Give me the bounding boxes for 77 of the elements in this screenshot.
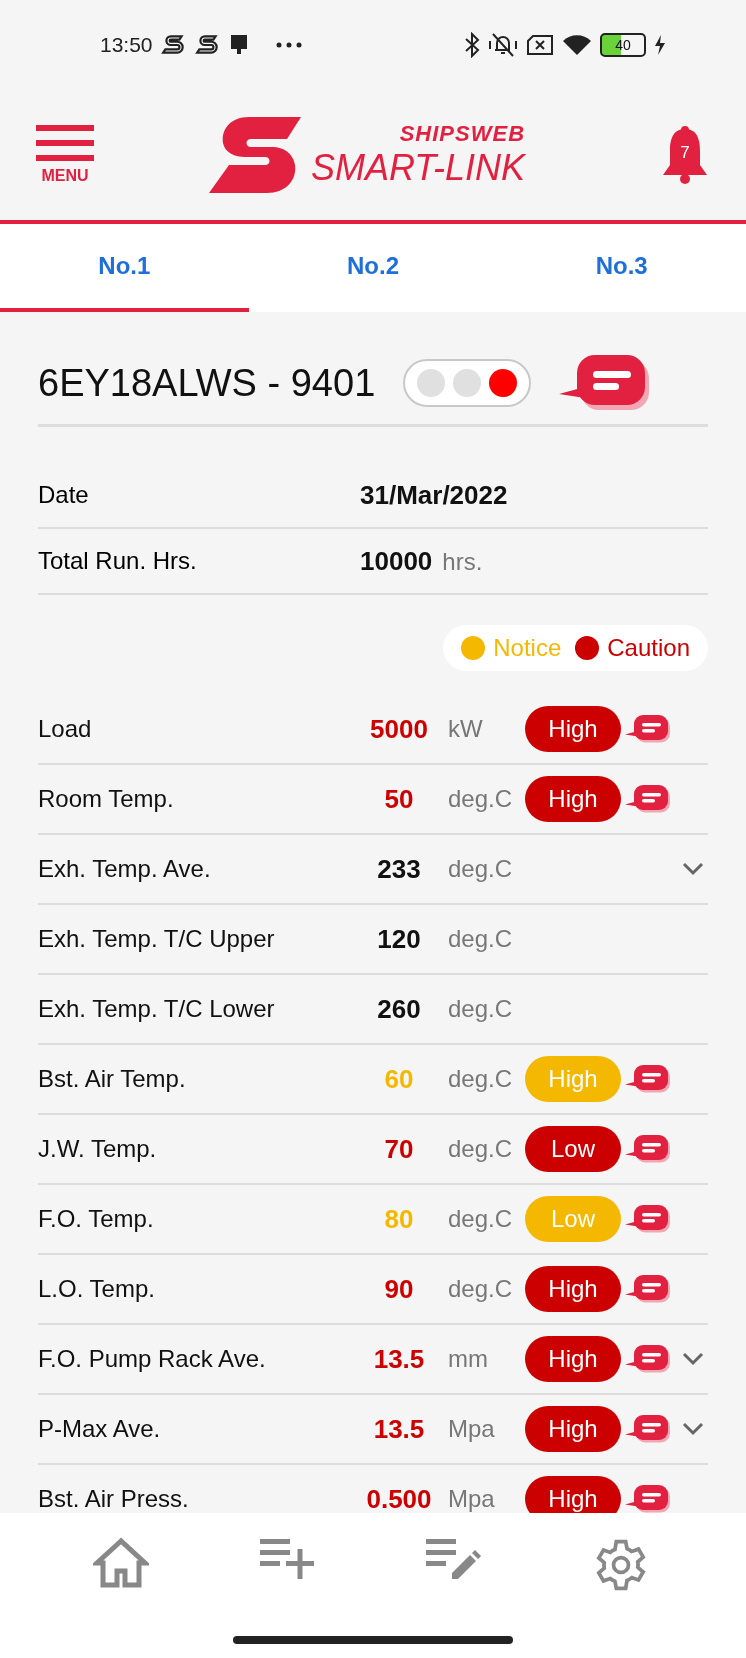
unit-label: deg.C: [448, 855, 514, 883]
parameter-label: F.O. Temp.: [38, 1205, 155, 1233]
status-badge[interactable]: High: [525, 1476, 621, 1513]
unit-label: hrs.: [442, 547, 483, 576]
legend-label: Caution: [607, 634, 690, 662]
notification-icon: [228, 33, 249, 57]
status-badge[interactable]: High: [525, 776, 621, 822]
unit-label: Mpa: [448, 1415, 496, 1443]
engine-title: 6EY18ALWS - 9401: [38, 361, 376, 405]
status-badge[interactable]: High: [525, 1266, 621, 1312]
unit-label: mm: [448, 1345, 489, 1373]
comment-bubble-icon[interactable]: [625, 1343, 671, 1375]
parameter-value: 13.5: [372, 1343, 426, 1375]
parameter-label: P-Max Ave.: [38, 1415, 162, 1443]
parameter-label: Exh. Temp. Ave.: [38, 855, 212, 883]
status-time: 13:50: [100, 33, 153, 57]
brand-name: SMART-LINK: [310, 147, 526, 189]
chevron-down-icon[interactable]: [682, 1352, 704, 1366]
add-list-icon[interactable]: [259, 1537, 316, 1581]
chevron-down-icon[interactable]: [682, 862, 704, 876]
unit-label: deg.C: [448, 1065, 514, 1093]
comment-bubble-icon[interactable]: [625, 783, 671, 815]
parameter-value: 50: [383, 783, 415, 815]
menu-button[interactable]: MENU: [36, 125, 94, 185]
comment-bubble-icon[interactable]: [625, 1273, 671, 1305]
mute-icon: [488, 32, 518, 58]
wifi-icon: [562, 34, 592, 56]
unit-label: deg.C: [448, 1135, 514, 1163]
parameter-value: 80: [383, 1203, 415, 1235]
comment-bubble-icon[interactable]: [625, 1133, 671, 1165]
parameter-value: 60: [383, 1063, 415, 1095]
status-badge[interactable]: Low: [525, 1126, 621, 1172]
more-icon: [274, 41, 303, 49]
info-value: 31/Mar/2022: [360, 479, 508, 511]
parameter-value: 0.500: [365, 1483, 433, 1513]
parameter-label: Room Temp.: [38, 785, 175, 813]
comment-bubble-icon[interactable]: [625, 1413, 671, 1445]
parameter-value: 13.5: [372, 1413, 426, 1445]
home-icon[interactable]: [93, 1537, 150, 1589]
edit-list-icon[interactable]: [426, 1537, 483, 1581]
parameter-label: Bst. Air Press.: [38, 1485, 190, 1513]
comment-bubble-icon[interactable]: [625, 1203, 671, 1235]
info-label: Total Run. Hrs.: [38, 547, 198, 575]
parameter-value: 70: [383, 1133, 415, 1165]
parameter-label: Bst. Air Temp.: [38, 1065, 187, 1093]
parameter-value: 120: [376, 923, 422, 955]
status-badge[interactable]: High: [525, 1406, 621, 1452]
unit-label: deg.C: [448, 785, 514, 813]
unit-label: deg.C: [448, 995, 514, 1023]
legend-label: Notice: [493, 634, 562, 662]
status-badge[interactable]: High: [525, 1336, 621, 1382]
brand-tagline: SHIPSWEB: [399, 121, 526, 147]
parameter-value: 5000: [369, 713, 429, 745]
parameter-label: L.O. Temp.: [38, 1275, 156, 1303]
info-label: Date: [38, 481, 90, 509]
parameter-value: 233: [376, 853, 422, 885]
comment-bubble-icon[interactable]: [625, 1483, 671, 1513]
status-badge[interactable]: High: [525, 706, 621, 752]
unit-label: Mpa: [448, 1485, 496, 1513]
parameter-label: Load: [38, 715, 93, 743]
parameter-label: Exh. Temp. T/C Lower: [38, 995, 276, 1023]
unit-label: deg.C: [448, 925, 514, 953]
unit-label: kW: [448, 715, 484, 743]
parameter-value: 260: [376, 993, 422, 1025]
unit-label: deg.C: [448, 1275, 514, 1303]
parameter-label: F.O. Pump Rack Ave.: [38, 1345, 267, 1373]
info-value: 10000: [360, 545, 433, 577]
parameter-label: J.W. Temp.: [38, 1135, 158, 1163]
comment-bubble-icon[interactable]: [625, 713, 671, 745]
parameter-label: Exh. Temp. T/C Upper: [38, 925, 276, 953]
sim-icon: [526, 34, 554, 56]
chevron-down-icon[interactable]: [682, 1422, 704, 1436]
bluetooth-icon: [464, 32, 480, 58]
parameter-value: 90: [383, 1273, 415, 1305]
charging-icon: [654, 35, 666, 55]
unit-label: deg.C: [448, 1205, 514, 1233]
comment-bubble-icon[interactable]: [625, 1063, 671, 1095]
